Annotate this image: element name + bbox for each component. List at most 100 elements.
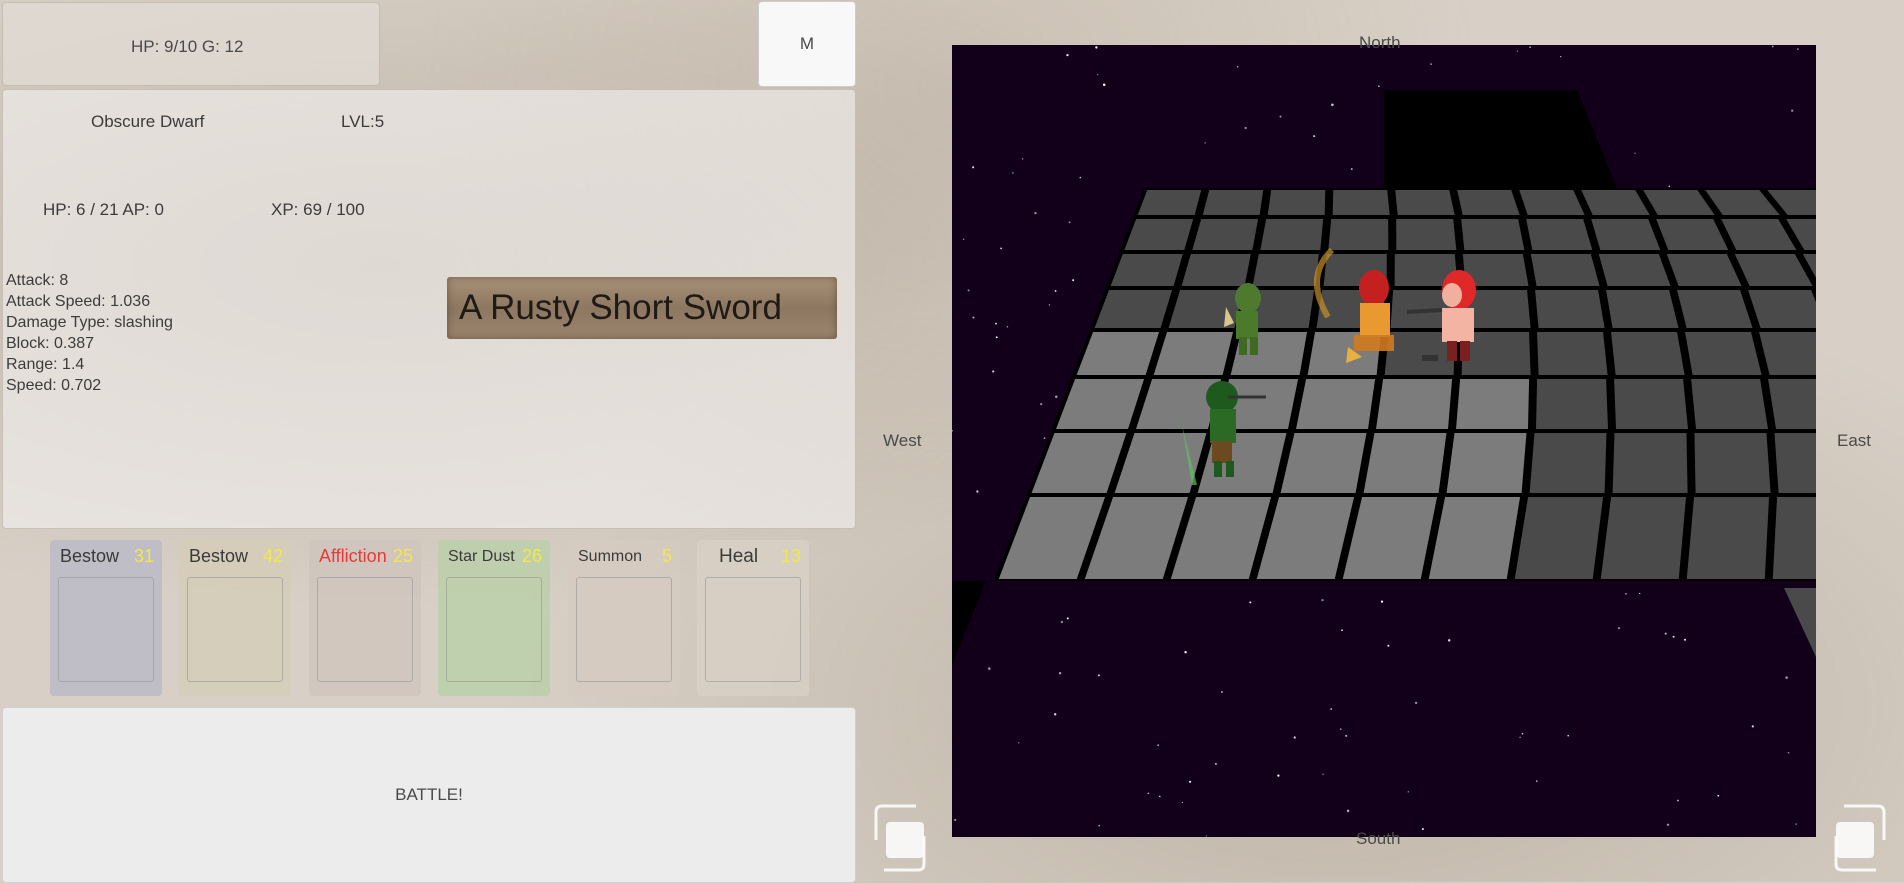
battle-button[interactable]: BATTLE! xyxy=(2,707,856,883)
star xyxy=(1617,627,1621,630)
card-cost: 31 xyxy=(133,546,154,566)
star xyxy=(976,490,979,493)
card-cost: 25 xyxy=(392,546,413,566)
grid-tile[interactable] xyxy=(1446,433,1527,493)
character-stats: Attack: 8 Attack Speed: 1.036 Damage Typ… xyxy=(6,270,173,396)
star xyxy=(1097,674,1100,677)
star xyxy=(1066,53,1069,57)
card-summon[interactable]: Summon 5 xyxy=(568,540,680,696)
star xyxy=(1189,780,1192,783)
menu-button[interactable]: M xyxy=(758,1,856,87)
star xyxy=(1771,45,1774,48)
star xyxy=(1055,395,1058,399)
grid-tile[interactable] xyxy=(1124,219,1194,250)
card-art xyxy=(576,577,672,682)
rotate-icon xyxy=(1834,804,1886,872)
grid-tile[interactable] xyxy=(1267,190,1326,215)
card-title: Affliction xyxy=(319,546,387,566)
star xyxy=(1181,801,1183,804)
grid-tile[interactable] xyxy=(1396,219,1457,250)
grid-tile[interactable] xyxy=(1328,219,1389,250)
card-title: Star Dust xyxy=(448,548,515,565)
grid-tile[interactable] xyxy=(1772,497,1816,579)
rotate-icon xyxy=(874,804,926,872)
grid-tile[interactable] xyxy=(1296,379,1376,429)
grid-tile[interactable] xyxy=(1456,379,1530,429)
star xyxy=(1236,66,1239,68)
grid-tile[interactable] xyxy=(1530,254,1600,286)
card-cost: 5 xyxy=(661,546,672,566)
card-heal[interactable]: Heal 13 xyxy=(697,540,809,696)
card-title: Heal xyxy=(719,546,759,567)
stat-speed: Speed: 0.702 xyxy=(6,377,102,394)
star xyxy=(1787,751,1790,754)
battle-viewport[interactable] xyxy=(952,45,1816,837)
player-status: HP: 9/10 G: 12 xyxy=(131,37,244,56)
grid-tile[interactable] xyxy=(1685,332,1762,375)
star xyxy=(1350,168,1353,170)
grid-tile[interactable] xyxy=(1535,290,1605,328)
star xyxy=(1058,671,1062,675)
stat-range: Range: 1.4 xyxy=(6,356,85,373)
card-cost: 26 xyxy=(521,546,542,566)
grid-tile[interactable] xyxy=(1598,254,1671,286)
grid-tile[interactable] xyxy=(1252,254,1319,286)
card-star-dust[interactable]: Star Dust 26 xyxy=(438,540,550,696)
grid-tile[interactable] xyxy=(1677,290,1753,328)
compass-east: East xyxy=(1837,431,1872,450)
grid-tile[interactable] xyxy=(1606,290,1679,328)
grid-tile[interactable] xyxy=(1537,332,1608,375)
grid-tile[interactable] xyxy=(1280,433,1367,493)
star xyxy=(1205,835,1208,837)
grid-tile[interactable] xyxy=(1202,190,1264,215)
star xyxy=(1220,691,1223,693)
grid-tile[interactable] xyxy=(1612,433,1688,493)
star xyxy=(1529,46,1531,49)
grid-tile[interactable] xyxy=(1514,497,1604,579)
grid-tile[interactable] xyxy=(1461,219,1525,250)
star xyxy=(1751,725,1754,728)
grid-tile[interactable] xyxy=(1591,219,1661,250)
grid-tile[interactable] xyxy=(1260,219,1324,250)
card-affliction[interactable]: Affliction 25 xyxy=(309,540,421,696)
rotate-right-button[interactable] xyxy=(1818,800,1894,876)
card-bestow-2[interactable]: Bestow 42 xyxy=(179,540,291,696)
grid-tile[interactable] xyxy=(1614,379,1689,429)
stat-block: Block: 0.387 xyxy=(6,335,95,352)
grid-tile[interactable] xyxy=(1600,497,1687,579)
star xyxy=(1797,48,1799,50)
grid-tile[interactable] xyxy=(1526,219,1593,250)
star xyxy=(1048,304,1051,306)
star xyxy=(1447,639,1451,642)
grid-tile[interactable] xyxy=(1395,190,1455,215)
star xyxy=(1791,109,1794,112)
card-title: Bestow xyxy=(60,546,120,566)
grid-tile[interactable] xyxy=(1694,433,1771,493)
star xyxy=(1322,773,1324,775)
grid-tile[interactable] xyxy=(1363,433,1447,493)
grid-tile[interactable] xyxy=(1529,433,1607,493)
card-bestow[interactable]: Bestow 31 xyxy=(50,540,162,696)
grid-tile[interactable] xyxy=(1519,190,1585,215)
star xyxy=(1279,115,1282,118)
grid-tile[interactable] xyxy=(1691,379,1769,429)
grid-tile[interactable] xyxy=(1137,190,1202,215)
grid-tile[interactable] xyxy=(1768,379,1816,429)
rotate-left-button[interactable] xyxy=(866,800,942,876)
star xyxy=(1018,742,1020,744)
grid-tile[interactable] xyxy=(1457,190,1520,215)
grid-tile[interactable] xyxy=(1332,190,1390,215)
star xyxy=(1066,617,1069,620)
star xyxy=(1097,73,1099,76)
star xyxy=(1068,221,1071,224)
star xyxy=(1345,734,1348,737)
grid-tile[interactable] xyxy=(1192,219,1259,250)
grid-tile[interactable] xyxy=(1110,254,1183,286)
grid-tile[interactable] xyxy=(1774,433,1816,493)
grid-tile[interactable] xyxy=(1153,332,1234,375)
grid-tile[interactable] xyxy=(1376,379,1453,429)
grid-tile[interactable] xyxy=(1611,332,1685,375)
grid-tile[interactable] xyxy=(1536,379,1609,429)
grid-tile[interactable] xyxy=(1181,254,1251,286)
grid-tile[interactable] xyxy=(1686,497,1770,579)
